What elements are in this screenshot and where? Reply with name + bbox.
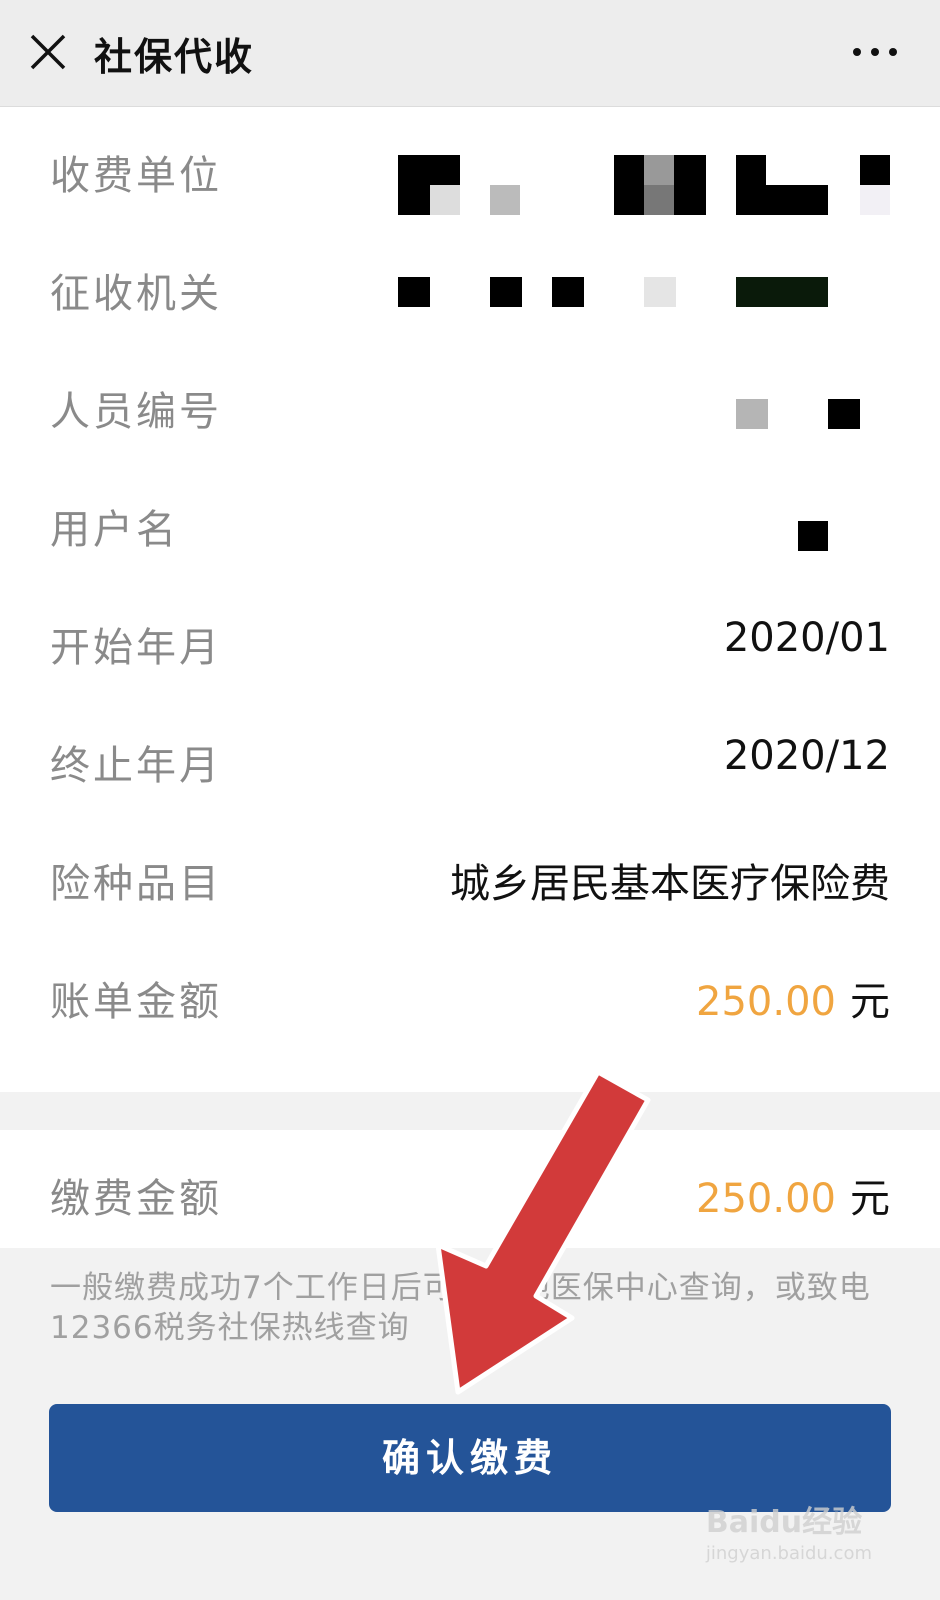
page-title: 社保代收 xyxy=(94,35,255,79)
close-icon[interactable] xyxy=(26,30,70,74)
payment-value: 250.00 元 xyxy=(696,1166,890,1224)
redaction-block xyxy=(736,399,768,429)
baidu-watermark: Baidu经验 jingyan.baidu.com xyxy=(706,1497,872,1564)
redaction-block xyxy=(828,399,860,429)
redaction-block xyxy=(860,185,890,215)
row-value: 250.00 元 xyxy=(696,969,890,1027)
redaction-block xyxy=(644,155,674,185)
watermark-brand: Baidu经验 xyxy=(705,1505,863,1540)
row-label: 开始年月 xyxy=(50,625,222,671)
redaction-block xyxy=(490,185,520,215)
top-bar: 社保代收 xyxy=(0,0,940,107)
bill-amount-value: 250.00 xyxy=(696,979,836,1025)
row-person-id: 人员编号 xyxy=(0,343,940,463)
bill-details-card: 收费单位 征收机关 人员编号 用户名 开始年月 2020/01 终止年月 202… xyxy=(0,107,940,1092)
redaction-block xyxy=(398,277,430,307)
redaction-block xyxy=(860,155,890,185)
confirm-payment-button[interactable]: 确认缴费 xyxy=(49,1404,891,1512)
row-label: 用户名 xyxy=(50,507,179,553)
more-dots-icon[interactable] xyxy=(850,42,900,62)
watermark-url: jingyan.baidu.com xyxy=(705,1543,872,1564)
row-label: 收费单位 xyxy=(50,153,222,199)
row-label: 终止年月 xyxy=(50,743,222,789)
row-label: 账单金额 xyxy=(50,979,222,1025)
row-label: 征收机关 xyxy=(50,271,222,317)
row-insurance-type: 险种品目 城乡居民基本医疗保险费 xyxy=(0,815,940,935)
payment-label: 缴费金额 xyxy=(50,1176,222,1222)
payment-amount-value: 250.00 xyxy=(696,1176,836,1222)
payment-note: 一般缴费成功7个工作日后可去当地医保中心查询，或致电12366税务社保热线查询 xyxy=(50,1270,871,1346)
row-label: 险种品目 xyxy=(50,861,222,907)
currency-unit: 元 xyxy=(850,979,890,1025)
row-value: 城乡居民基本医疗保险费 xyxy=(450,861,890,907)
redaction-block xyxy=(644,185,674,215)
row-label: 人员编号 xyxy=(50,389,222,435)
row-end-month: 终止年月 2020/12 xyxy=(0,697,940,817)
redaction-block xyxy=(490,277,522,307)
redaction-block xyxy=(798,521,828,551)
row-value: 2020/12 xyxy=(723,733,890,779)
row-start-month: 开始年月 2020/01 xyxy=(0,579,940,699)
redaction-block xyxy=(430,185,460,215)
row-value: 2020/01 xyxy=(723,615,890,661)
payment-amount-card: 缴费金额 250.00 元 xyxy=(0,1130,940,1248)
currency-unit: 元 xyxy=(850,1176,890,1222)
redaction-block xyxy=(552,277,584,307)
redaction-block xyxy=(644,277,676,307)
redaction-block xyxy=(736,185,828,215)
redaction-block xyxy=(736,277,828,307)
row-bill-amount: 账单金额 250.00 元 xyxy=(0,933,940,1053)
